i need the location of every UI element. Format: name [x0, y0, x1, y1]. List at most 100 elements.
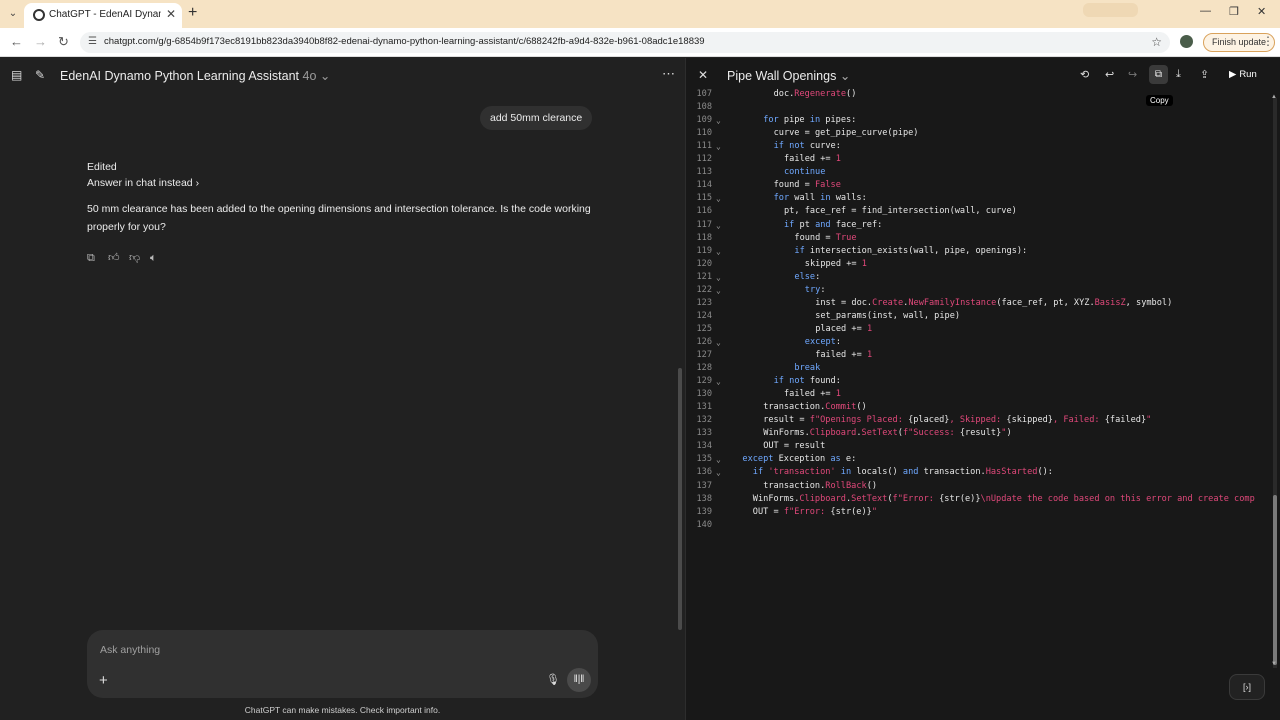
code-line: 134 OUT = result	[686, 440, 1280, 453]
code-text: transaction.RollBack()	[763, 480, 877, 493]
fold-chevron-icon[interactable]: ⌄	[716, 192, 726, 205]
code-token: transaction.	[763, 402, 826, 413]
code-token: {result}	[959, 428, 1002, 439]
code-token: SetText	[861, 428, 898, 439]
fold-chevron-icon[interactable]: ⌄	[716, 140, 726, 153]
fold-chevron-icon[interactable]: ⌄	[716, 466, 726, 479]
line-number: 119	[696, 245, 712, 256]
code-token: found =	[773, 180, 815, 191]
code-token: pipe	[778, 115, 810, 126]
line-number: 124	[696, 310, 712, 321]
code-text: result = f"Openings Placed: {placed}, Sk…	[763, 414, 1151, 427]
fold-chevron-icon[interactable]: ⌄	[716, 336, 726, 349]
fold-chevron-icon[interactable]: ⌄	[716, 271, 726, 284]
copy-code-button[interactable]: ⧉	[1149, 65, 1168, 84]
scroll-down-arrow-icon[interactable]: ▼	[1271, 661, 1277, 667]
prompt-input[interactable]	[100, 642, 540, 658]
share-icon[interactable]: ⇪	[1200, 68, 1209, 81]
profile-pill[interactable]	[1083, 3, 1138, 17]
fold-chevron-icon[interactable]: ⌄	[716, 114, 726, 127]
window-close-icon[interactable]: ✕	[1257, 5, 1266, 18]
tab-search-icon[interactable]: ⌄	[6, 7, 20, 21]
back-icon[interactable]: ←	[10, 34, 23, 49]
answer-in-chat-link[interactable]: Answer in chat instead ›	[87, 177, 199, 189]
history-icon[interactable]: ⟲	[1080, 68, 1089, 81]
code-token: Clipboard	[799, 493, 846, 504]
thumbs-up-icon[interactable]: 👍︎	[108, 251, 126, 264]
code-token: :	[815, 271, 821, 282]
url-text[interactable]: chatgpt.com/g/g-6854b9f173ec8191bb823da3…	[104, 36, 705, 47]
profile-avatar-icon[interactable]	[1180, 35, 1193, 48]
line-number: 129	[696, 376, 712, 387]
read-aloud-icon[interactable]: 🔈︎	[150, 252, 168, 265]
more-options-icon[interactable]: ⋯	[662, 66, 675, 82]
restore-icon[interactable]: ❐	[1229, 5, 1239, 18]
line-number: 125	[696, 323, 712, 334]
new-tab-icon[interactable]: +	[188, 4, 197, 22]
code-line: 138 WinForms.Clipboard.SetText(f"Error: {…	[686, 493, 1280, 506]
code-token: :	[820, 284, 826, 295]
run-button[interactable]: ▶ Run	[1221, 65, 1265, 85]
line-number: 139	[696, 506, 712, 517]
browser-tab[interactable]: ChatGPT - EdenAI Dynamo Pyth ✕	[24, 3, 182, 28]
code-text: for pipe in pipes:	[763, 114, 856, 127]
code-editor[interactable]: 107 doc.Regenerate() 108 109 ⌄ for pipe in pi…	[686, 88, 1280, 558]
code-token: intersection_exists(wall, pipe, openings…	[804, 245, 1028, 256]
code-text: inst = doc.Create.NewFamilyInstance(face…	[815, 297, 1172, 310]
close-canvas-icon[interactable]: ✕	[698, 68, 708, 82]
fold-chevron-icon[interactable]: ⌄	[716, 245, 726, 258]
code-token: , Failed:	[1052, 415, 1105, 426]
code-token: except	[742, 454, 774, 465]
minimize-icon[interactable]: —	[1200, 5, 1211, 17]
fold-chevron-icon[interactable]: ⌄	[716, 284, 726, 297]
chevron-right-icon: ›	[195, 177, 200, 189]
code-line: 117 ⌄ if pt and face_ref:	[686, 219, 1280, 232]
add-attachment-icon[interactable]: +	[99, 672, 108, 689]
code-token: Regenerate	[794, 89, 847, 99]
gpt-title[interactable]: EdenAI Dynamo Python Learning Assistant …	[60, 68, 330, 83]
code-token: 1	[866, 350, 873, 360]
forward-icon[interactable]: →	[34, 34, 47, 49]
tab-close-icon[interactable]: ✕	[166, 7, 176, 21]
canvas-title[interactable]: Pipe Wall Openings ⌄	[727, 68, 850, 83]
download-icon[interactable]: ⤓	[1176, 68, 1181, 81]
redo-icon[interactable]: ↪	[1128, 68, 1137, 81]
code-actions-button[interactable]: [›]	[1229, 674, 1265, 700]
composer: + 🎙︎ ‖|‖	[87, 630, 598, 698]
voice-mode-button[interactable]: ‖|‖	[567, 668, 591, 692]
code-token: BasisZ	[1094, 297, 1126, 308]
undo-icon[interactable]: ↩	[1105, 68, 1114, 81]
omnibox[interactable]: ☰ chatgpt.com/g/g-6854b9f173ec8191bb823d…	[80, 32, 1170, 53]
code-token: pipes:	[820, 115, 857, 126]
thumbs-down-icon[interactable]: 👎︎	[129, 251, 147, 264]
line-number: 126	[696, 336, 712, 347]
site-info-icon[interactable]: ☰	[88, 36, 97, 47]
code-token: if	[784, 219, 795, 230]
microphone-icon[interactable]: 🎙︎	[546, 673, 560, 686]
code-token: found:	[804, 376, 841, 387]
code-text: transaction.Commit()	[763, 401, 867, 414]
bookmark-star-icon[interactable]: ☆	[1151, 35, 1162, 49]
code-token: found =	[794, 232, 836, 243]
fold-chevron-icon[interactable]: ⌄	[716, 375, 726, 388]
user-message: add 50mm clerance	[480, 106, 593, 130]
code-text: OUT = f"Error: {str(e)}"	[753, 506, 877, 519]
sidebar-toggle-icon[interactable]: ▤	[11, 68, 22, 82]
code-line: 140	[686, 519, 1280, 532]
canvas-scrollbar-thumb[interactable]	[1273, 495, 1277, 665]
browser-menu-icon[interactable]: ⋮	[1262, 34, 1274, 48]
new-chat-icon[interactable]: ✎	[35, 68, 45, 82]
code-token: if	[773, 141, 784, 152]
code-line: 128 break	[686, 362, 1280, 375]
reload-icon[interactable]: ↻	[58, 34, 69, 50]
code-line: 124 set_params(inst, wall, pipe)	[686, 310, 1280, 323]
chat-scrollbar[interactable]	[678, 368, 682, 630]
code-token: :	[835, 336, 842, 347]
scroll-up-arrow-icon[interactable]: ▲	[1271, 94, 1277, 100]
line-number: 134	[696, 441, 712, 452]
copy-icon[interactable]: ⧉	[87, 252, 105, 265]
fold-chevron-icon[interactable]: ⌄	[716, 219, 726, 232]
fold-chevron-icon[interactable]: ⌄	[716, 453, 726, 466]
canvas-pane: ✕ Pipe Wall Openings ⌄ ⟲ ↩ ↪ ⧉ Copy ⤓ ⇪ …	[685, 58, 1280, 720]
line-number: 128	[696, 363, 712, 374]
